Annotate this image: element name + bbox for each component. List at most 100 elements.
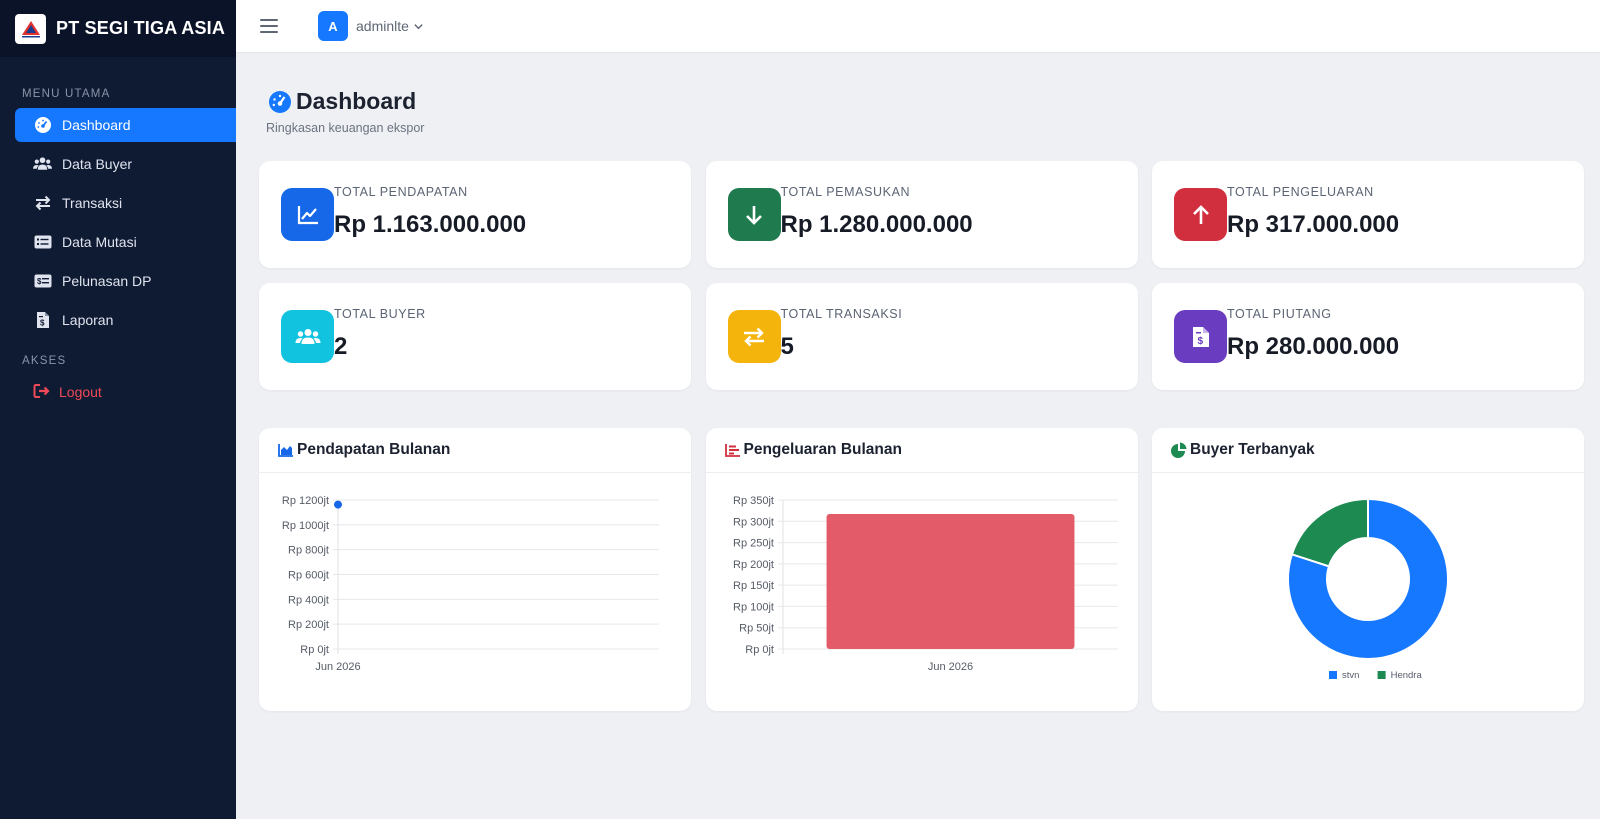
buyer-chart: stvn Hendra bbox=[1152, 474, 1584, 711]
pie-slice bbox=[1290, 497, 1369, 568]
x-tick-label: Jun 2026 bbox=[927, 661, 972, 673]
legend-swatch bbox=[1377, 671, 1386, 679]
gauge-icon bbox=[33, 116, 52, 135]
logout-label: Logout bbox=[59, 384, 102, 400]
x-tick-label: Jun 2026 bbox=[315, 661, 360, 673]
y-tick-label: Rp 800jt bbox=[288, 545, 329, 557]
stats-grid: TOTAL PENDAPATAN Rp 1.163.000.000 TOTAL … bbox=[259, 161, 1584, 390]
users-icon bbox=[33, 155, 52, 174]
y-tick-label: Rp 250jt bbox=[733, 538, 774, 550]
stat-card-pengeluaran: TOTAL PENGELUARAN Rp 317.000.000 bbox=[1152, 161, 1584, 268]
sidebar-item-dashboard[interactable]: Dashboard bbox=[15, 108, 236, 142]
sidebar-item-label: Laporan bbox=[62, 312, 114, 328]
sidebar-item-laporan[interactable]: $ Laporan bbox=[15, 303, 236, 337]
arrow-down-icon bbox=[727, 188, 781, 241]
arrows-exchange-icon bbox=[33, 194, 52, 213]
data-point bbox=[334, 500, 342, 509]
legend-label: Hendra bbox=[1391, 670, 1423, 681]
chart-card-income: Pendapatan Bulanan Rp 0jt Rp 200jt Rp 400j… bbox=[259, 428, 691, 711]
y-tick-label: Rp 200jt bbox=[733, 559, 774, 571]
sidebar-item-pelunasan-dp[interactable]: $ Pelunasan DP bbox=[15, 264, 236, 298]
page-subtitle: Ringkasan keuangan ekspor bbox=[266, 121, 425, 135]
list-card-icon bbox=[33, 233, 52, 252]
arrows-exchange-icon bbox=[727, 310, 781, 363]
stat-card-pendapatan: TOTAL PENDAPATAN Rp 1.163.000.000 bbox=[259, 161, 691, 268]
legend-label: stvn bbox=[1342, 670, 1359, 681]
chart-header: Buyer Terbanyak bbox=[1152, 428, 1584, 473]
user-menu[interactable]: A adminlte bbox=[318, 11, 424, 41]
sidebar-item-label: Pelunasan DP bbox=[62, 273, 152, 289]
y-tick-label: Rp 200jt bbox=[288, 619, 329, 631]
menu-heading-access: AKSES bbox=[22, 355, 67, 367]
stat-card-pemasukan: TOTAL PEMASUKAN Rp 1.280.000.000 bbox=[705, 161, 1138, 268]
sidebar-item-data-buyer[interactable]: Data Buyer bbox=[15, 147, 236, 181]
chart-title: Buyer Terbanyak bbox=[1190, 441, 1315, 458]
y-tick-label: Rp 1200jt bbox=[282, 495, 329, 507]
chart-card-buyer: Buyer Terbanyak stvn Hendra bbox=[1152, 428, 1584, 711]
y-tick-label: Rp 150jt bbox=[733, 580, 774, 592]
arrow-up-icon bbox=[1174, 188, 1227, 241]
page-title-text: Dashboard bbox=[296, 88, 417, 114]
stat-value: Rp 1.163.000.000 bbox=[334, 211, 527, 238]
money-card-icon: $ bbox=[33, 272, 52, 291]
chart-header: Pengeluaran Bulanan bbox=[705, 428, 1138, 473]
stat-label: TOTAL PENDAPATAN bbox=[334, 185, 468, 199]
chart-pie-icon bbox=[1171, 442, 1187, 458]
stat-label: TOTAL TRANSAKSI bbox=[780, 307, 903, 321]
legend-swatch bbox=[1329, 671, 1337, 679]
y-tick-label: Rp 300jt bbox=[733, 516, 774, 528]
stat-value: Rp 1.280.000.000 bbox=[780, 211, 973, 238]
chevron-down-icon bbox=[414, 23, 423, 29]
expense-chart: Rp 0jt Rp 50jt Rp 100jt Rp 150jt Rp 200jt Rp … bbox=[706, 474, 1138, 711]
brand-name: PT SEGI TIGA ASIA bbox=[56, 18, 226, 38]
brand[interactable]: PT SEGI TIGA ASIA bbox=[0, 0, 236, 57]
gauge-icon bbox=[269, 90, 291, 113]
menu-toggle-icon[interactable] bbox=[260, 19, 278, 33]
stat-card-transaksi: TOTAL TRANSAKSI 5 bbox=[705, 283, 1138, 390]
stat-value: 5 bbox=[780, 333, 794, 360]
bar bbox=[826, 514, 1074, 649]
y-tick-label: Rp 350jt bbox=[733, 495, 774, 507]
y-tick-label: Rp 600jt bbox=[288, 570, 329, 582]
y-tick-label: Rp 400jt bbox=[288, 594, 329, 606]
svg-text:$: $ bbox=[37, 277, 42, 286]
logout-button[interactable]: Logout bbox=[0, 379, 236, 405]
stat-card-buyer: TOTAL BUYER 2 bbox=[259, 283, 691, 390]
sidebar-menu: Dashboard Data Buyer Transaksi Data Muta… bbox=[0, 108, 236, 337]
sidebar-item-label: Data Buyer bbox=[62, 156, 133, 172]
menu-heading-main: MENU UTAMA bbox=[22, 88, 111, 100]
stat-label: TOTAL PEMASUKAN bbox=[780, 185, 911, 199]
brand-logo bbox=[15, 13, 46, 44]
y-tick-label: Rp 1000jt bbox=[282, 520, 329, 532]
sidebar-item-data-mutasi[interactable]: Data Mutasi bbox=[15, 225, 236, 259]
income-chart: Rp 0jt Rp 200jt Rp 400jt Rp 600jt Rp 800jt Rp… bbox=[259, 474, 691, 711]
users-icon bbox=[281, 310, 334, 363]
chart-title: Pendapatan Bulanan bbox=[297, 441, 451, 458]
sidebar-item-label: Dashboard bbox=[62, 117, 131, 133]
chart-header: Pendapatan Bulanan bbox=[259, 428, 691, 473]
main-content: Dashboard Ringkasan keuangan ekspor TOTA… bbox=[259, 53, 1584, 711]
stat-value: 2 bbox=[334, 333, 348, 360]
chart-title: Pengeluaran Bulanan bbox=[743, 441, 902, 458]
file-invoice-icon: $ bbox=[1174, 310, 1227, 363]
chart-card-expense: Pengeluaran Bulanan Rp 0jt Rp 50jt Rp 100j… bbox=[705, 428, 1138, 711]
stat-label: TOTAL PIUTANG bbox=[1227, 307, 1332, 321]
charts-grid: Pendapatan Bulanan Rp 0jt Rp 200jt Rp 400j… bbox=[259, 428, 1584, 711]
svg-text:$: $ bbox=[1197, 336, 1203, 347]
chart-area-icon bbox=[278, 444, 293, 457]
sidebar: PT SEGI TIGA ASIA MENU UTAMA Dashboard D… bbox=[0, 0, 236, 819]
page-title: Dashboard bbox=[268, 88, 1584, 115]
file-invoice-icon: $ bbox=[33, 311, 52, 330]
stat-value: Rp 317.000.000 bbox=[1227, 211, 1400, 238]
stat-card-piutang: $ TOTAL PIUTANG Rp 280.000.000 bbox=[1152, 283, 1584, 390]
y-tick-label: Rp 0jt bbox=[300, 644, 329, 656]
sidebar-item-label: Data Mutasi bbox=[62, 234, 137, 250]
logout-icon bbox=[33, 383, 51, 402]
stat-value: Rp 280.000.000 bbox=[1227, 333, 1400, 360]
y-tick-label: Rp 50jt bbox=[739, 623, 774, 635]
username: adminlte bbox=[356, 18, 409, 34]
chart-bar-icon bbox=[724, 444, 740, 457]
stat-label: TOTAL BUYER bbox=[334, 307, 426, 321]
sidebar-item-transaksi[interactable]: Transaksi bbox=[15, 186, 236, 220]
chart-line-icon bbox=[281, 188, 334, 241]
